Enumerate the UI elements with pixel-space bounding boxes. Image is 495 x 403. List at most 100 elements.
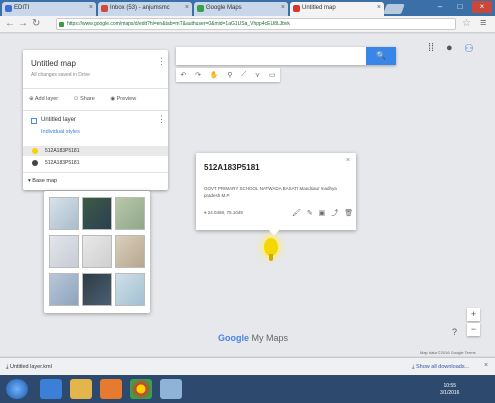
search-icon: 🔍 (376, 51, 386, 60)
marker-tool-icon[interactable]: ⚲ (227, 71, 232, 79)
layer-name[interactable]: Untitled layer (41, 117, 76, 123)
basemap-thumb-terrain[interactable] (115, 197, 145, 230)
layer-options-icon[interactable]: ⋮ (157, 114, 166, 125)
maximize-icon[interactable]: □ (450, 1, 470, 13)
url-text: https://www.google.com/maps/d/edit?hl=en… (67, 21, 290, 27)
close-icon[interactable]: × (89, 4, 93, 11)
tab-inbox[interactable]: Inbox (53) - anjumsmc × (98, 2, 192, 16)
address-bar-row: ← → ↻ https://www.google.com/maps/d/edit… (0, 16, 495, 33)
tab-favicon-icon (5, 5, 12, 12)
info-window-pointer (268, 229, 280, 236)
tab-untitled-map[interactable]: Untitled map × (290, 2, 384, 16)
delete-icon[interactable]: 🗑 (344, 210, 353, 217)
hand-icon[interactable]: ✋ (210, 71, 219, 79)
layer-checkbox[interactable] (31, 118, 37, 124)
browser-menu-icon[interactable]: ≡ (480, 17, 486, 29)
close-icon[interactable]: × (377, 4, 381, 11)
list-item-label: 512A183P5181 (45, 148, 80, 154)
place-coordinates: ⌖ 24.0468, 75.1049 (204, 210, 243, 215)
map-layers-panel: Untitled map All changes saved in Drive … (23, 50, 168, 190)
place-description: GOVT PRIMARY SCHOOL NATWADA BASATI Mands… (204, 186, 337, 198)
preview-button[interactable]: ◉ Preview (110, 96, 143, 102)
tab-favicon-icon (101, 5, 108, 12)
info-tools: 🖌 ✎ ▣ ⤴ 🗑 (292, 208, 357, 218)
apps-grid-icon[interactable]: ⁞⁞ (428, 42, 434, 54)
folder-icon[interactable] (70, 379, 92, 399)
account-icon[interactable]: ● (446, 42, 453, 54)
list-item[interactable]: 512A183P5181 (23, 146, 168, 156)
start-button-icon[interactable] (6, 379, 28, 399)
close-icon[interactable]: × (185, 4, 189, 11)
paint-icon[interactable] (160, 379, 182, 399)
more-options-icon[interactable]: ⋮ (157, 56, 166, 67)
undo-icon[interactable]: ↶ (180, 71, 186, 79)
minimize-icon[interactable]: – (430, 1, 450, 13)
save-status: All changes saved in Drive (31, 72, 90, 78)
dark-pin-icon (32, 160, 38, 166)
individual-styles-link[interactable]: Individual styles (41, 129, 80, 135)
panel-actions: ⊕ Add layer ⚇ Share ◉ Preview (29, 96, 150, 102)
ruler-icon[interactable]: ▭ (269, 71, 276, 79)
windows-taskbar: 10:55 3/1/2016 (0, 375, 495, 403)
close-icon[interactable]: × (346, 157, 350, 164)
new-tab-button[interactable] (383, 4, 405, 14)
list-item-label: 512A183P5181 (45, 160, 80, 166)
window-close-icon[interactable]: × (472, 1, 492, 13)
zoom-out-button[interactable]: − (467, 323, 480, 336)
tab-favicon-icon (197, 5, 204, 12)
basemap-thumb-mono-city[interactable] (82, 235, 112, 268)
search-input[interactable] (176, 47, 396, 65)
yellow-pin-icon (32, 148, 38, 154)
zoom-in-button[interactable]: + (467, 308, 480, 321)
map-title[interactable]: Untitled map (31, 59, 76, 68)
tab-label: Untitled map (302, 5, 336, 11)
edit-pencil-icon[interactable]: ✎ (307, 210, 313, 217)
basemap-thumb-whitewater[interactable] (115, 273, 145, 306)
directions-icon[interactable]: ⋎ (255, 71, 260, 79)
camera-icon[interactable]: ▣ (319, 210, 326, 217)
list-item[interactable]: 512A183P5181 (23, 158, 168, 168)
basemap-thumb-light-landmass[interactable] (49, 273, 79, 306)
redo-icon[interactable]: ↷ (195, 71, 201, 79)
share-button[interactable]: ⚇ Share (74, 96, 102, 102)
close-icon[interactable]: × (281, 4, 285, 11)
show-all-downloads-link[interactable]: ⤓ Show all downloads... (412, 364, 469, 371)
basemap-thumb-map[interactable] (49, 197, 79, 230)
place-title: 512A183P5181 (204, 163, 260, 172)
basemap-thumb-dark-landmass[interactable] (82, 273, 112, 306)
ie-icon[interactable] (40, 379, 62, 399)
directions-icon[interactable]: ⤴ (331, 210, 338, 217)
tab-google-maps[interactable]: Google Maps × (194, 2, 288, 16)
chrome-icon[interactable] (130, 379, 152, 399)
tab-editi[interactable]: EDITI × (2, 2, 96, 16)
base-map-picker (44, 191, 150, 313)
divider (23, 110, 168, 111)
search-button[interactable]: 🔍 (366, 47, 396, 65)
download-item[interactable]: ⤓ Untitled layer.kml (6, 364, 52, 371)
reload-icon[interactable]: ↻ (32, 18, 40, 29)
map-attribution[interactable]: Map data ©2016 Google Terms (420, 350, 476, 355)
paint-style-icon[interactable]: 🖌 (292, 210, 301, 217)
help-icon[interactable]: ? (452, 327, 457, 337)
tab-label: Google Maps (206, 5, 242, 11)
basemap-thumb-simple-atlas[interactable] (115, 235, 145, 268)
forward-arrow-icon[interactable]: → (18, 18, 28, 29)
basemap-thumb-satellite[interactable] (82, 197, 112, 230)
close-icon[interactable]: × (484, 362, 488, 369)
share-people-icon[interactable]: ⚇ (464, 42, 474, 55)
url-input[interactable]: https://www.google.com/maps/d/edit?hl=en… (56, 18, 456, 30)
info-window: 512A183P5181 GOVT PRIMARY SCHOOL NATWADA… (196, 153, 356, 230)
back-arrow-icon[interactable]: ← (5, 18, 15, 29)
browser-tab-strip: EDITI × Inbox (53) - anjumsmc × Google M… (0, 0, 495, 16)
system-clock[interactable]: 10:55 3/1/2016 (440, 383, 459, 397)
base-map-toggle[interactable]: ▾ Base map (28, 178, 57, 184)
media-player-icon[interactable] (100, 379, 122, 399)
bookmark-star-icon[interactable]: ☆ (462, 18, 471, 29)
draw-line-icon[interactable]: ⟋ (241, 71, 246, 79)
map-marker-tip (269, 254, 273, 261)
tab-label: Inbox (53) - anjumsmc (110, 5, 170, 11)
add-layer-button[interactable]: ⊕ Add layer (29, 96, 65, 102)
basemap-thumb-light-political[interactable] (49, 235, 79, 268)
tab-label: EDITI (14, 5, 30, 11)
divider (23, 88, 168, 89)
